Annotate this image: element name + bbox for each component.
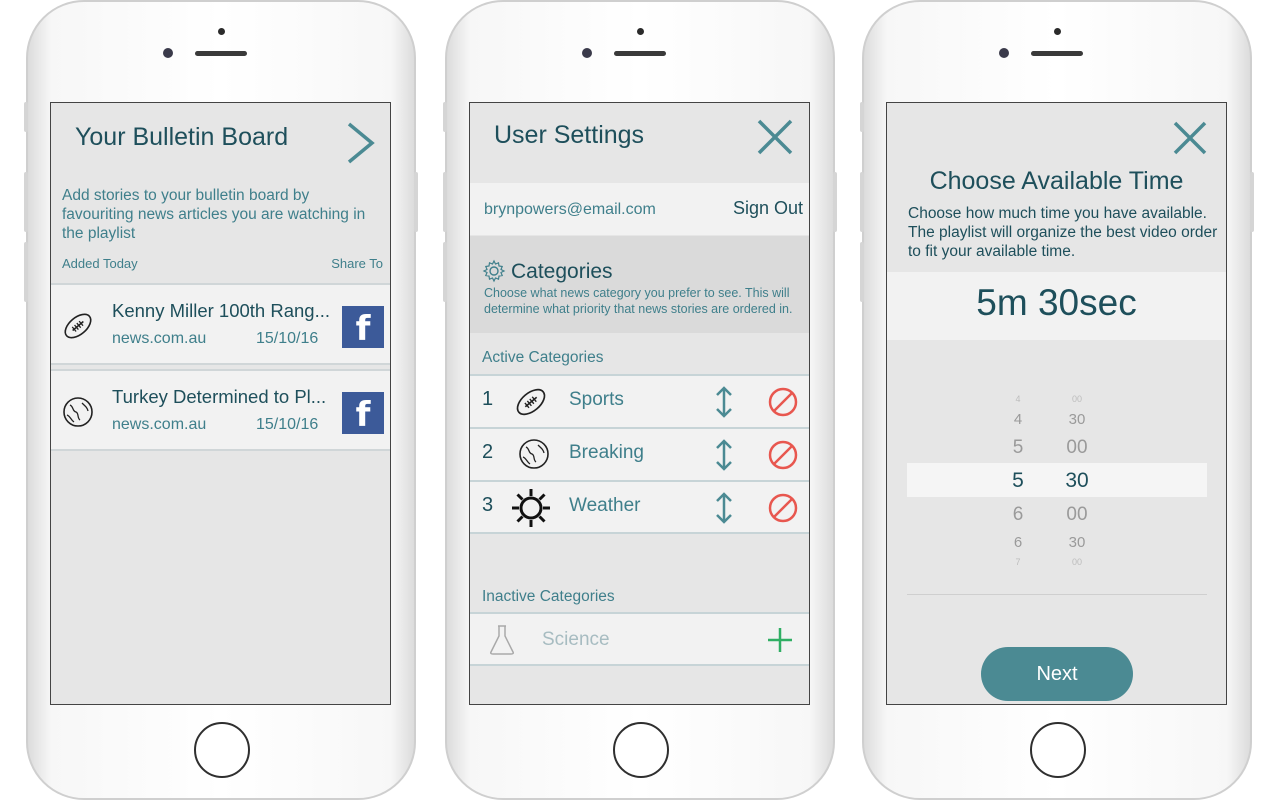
- category-label: Weather: [569, 495, 641, 516]
- account-row: brynpowers@email.com Sign Out: [470, 183, 809, 235]
- story-date: 15/10/16: [256, 416, 319, 433]
- home-button[interactable]: [1030, 722, 1086, 778]
- story-item[interactable]: Turkey Determined to Pl... news.com.au 1…: [51, 369, 390, 451]
- gear-icon: [482, 259, 506, 288]
- category-row[interactable]: 1 Sports: [470, 374, 809, 427]
- home-button[interactable]: [613, 722, 669, 778]
- phone-frame: Your Bulletin Board Add stories to your …: [24, 0, 418, 800]
- earpiece-speaker: [1031, 51, 1083, 56]
- add-category-icon[interactable]: [766, 626, 794, 659]
- reorder-arrows-icon[interactable]: [714, 438, 734, 477]
- picker-minute[interactable]: 5: [998, 437, 1038, 459]
- phone-frame: User Settings brynpowers@email.com Sign …: [443, 0, 837, 800]
- category-label: Sports: [569, 389, 624, 410]
- picker-minute[interactable]: 4: [998, 394, 1038, 404]
- inactive-categories-label: Inactive Categories: [482, 588, 615, 605]
- front-camera: [582, 48, 592, 58]
- divider: [470, 532, 809, 534]
- picker-minute[interactable]: 6: [998, 504, 1038, 526]
- remove-category-icon[interactable]: [767, 386, 799, 423]
- time-description: Choose how much time you have available.…: [908, 205, 1218, 260]
- picker-minute[interactable]: 6: [998, 534, 1038, 551]
- added-today-label: Added Today: [62, 256, 138, 271]
- story-headline[interactable]: Kenny Miller 100th Rang...: [112, 300, 337, 322]
- close-icon[interactable]: [1172, 120, 1208, 161]
- earpiece-speaker: [614, 51, 666, 56]
- time-screen: Choose Available Time Choose how much ti…: [886, 102, 1227, 705]
- share-to-label: Share To: [331, 256, 383, 271]
- picker-minute[interactable]: 7: [998, 557, 1038, 567]
- globe-icon: [517, 437, 551, 476]
- proximity-sensor: [218, 28, 225, 35]
- facebook-share-icon[interactable]: f: [342, 392, 384, 435]
- remove-category-icon[interactable]: [767, 492, 799, 529]
- remove-category-icon[interactable]: [767, 439, 799, 476]
- page-title: User Settings: [494, 121, 645, 149]
- story-item[interactable]: Kenny Miller 100th Rang... news.com.au 1…: [51, 283, 390, 365]
- football-icon: [513, 384, 549, 425]
- next-button[interactable]: Next: [981, 647, 1133, 701]
- reorder-arrows-icon[interactable]: [714, 385, 734, 424]
- home-button[interactable]: [194, 722, 250, 778]
- facebook-share-icon[interactable]: f: [342, 306, 384, 349]
- page-title: Choose Available Time: [929, 167, 1184, 195]
- flask-icon: [488, 624, 516, 661]
- close-icon[interactable]: [755, 117, 795, 162]
- inactive-category-row[interactable]: Science: [470, 612, 809, 666]
- story-headline[interactable]: Turkey Determined to Pl...: [112, 386, 337, 408]
- picker-minute-selected[interactable]: 5: [998, 469, 1038, 493]
- football-icon: [61, 309, 95, 348]
- category-priority: 1: [482, 388, 494, 410]
- story-source: news.com.au: [112, 330, 207, 347]
- proximity-sensor: [637, 28, 644, 35]
- categories-description: Choose what news category you prefer to …: [484, 286, 793, 316]
- selected-time: 5m 30sec: [976, 282, 1137, 323]
- active-categories-label: Active Categories: [482, 349, 604, 366]
- categories-header: Categories Choose what news category you…: [470, 236, 809, 333]
- picker-second[interactable]: 00: [1057, 557, 1097, 567]
- picker-second-selected[interactable]: 30: [1057, 469, 1097, 493]
- sun-icon: [510, 487, 552, 534]
- category-priority: 2: [482, 441, 494, 463]
- picker-second[interactable]: 30: [1057, 534, 1097, 551]
- settings-screen: User Settings brynpowers@email.com Sign …: [469, 102, 810, 705]
- picker-minute[interactable]: 4: [998, 411, 1038, 428]
- time-picker[interactable]: 4 4 5 5 6 6 7 00 30 00 30 00 30 00: [907, 392, 1207, 595]
- account-email: brynpowers@email.com: [484, 201, 656, 218]
- picker-second[interactable]: 00: [1057, 504, 1097, 526]
- reorder-arrows-icon[interactable]: [714, 491, 734, 530]
- earpiece-speaker: [195, 51, 247, 56]
- front-camera: [999, 48, 1009, 58]
- categories-title: Categories: [511, 260, 613, 283]
- category-label: Breaking: [569, 442, 644, 463]
- proximity-sensor: [1054, 28, 1061, 35]
- chevron-right-icon[interactable]: [345, 121, 377, 170]
- picker-second[interactable]: 00: [1057, 394, 1097, 404]
- story-source: news.com.au: [112, 416, 207, 433]
- phone-frame: Choose Available Time Choose how much ti…: [860, 0, 1254, 800]
- bulletin-screen: Your Bulletin Board Add stories to your …: [50, 102, 391, 705]
- category-label: Science: [542, 629, 610, 650]
- picker-second[interactable]: 30: [1057, 411, 1097, 428]
- page-title: Your Bulletin Board: [75, 123, 289, 151]
- story-date: 15/10/16: [256, 330, 319, 347]
- front-camera: [163, 48, 173, 58]
- category-row[interactable]: 2 Breaking: [470, 427, 809, 480]
- globe-icon: [61, 395, 95, 434]
- bulletin-description: Add stories to your bulletin board by fa…: [62, 187, 366, 242]
- category-row[interactable]: 3 Weather: [470, 480, 809, 533]
- sign-out-button[interactable]: Sign Out: [733, 198, 803, 219]
- picker-divider: [907, 594, 1207, 595]
- category-priority: 3: [482, 494, 494, 516]
- picker-second[interactable]: 00: [1057, 437, 1097, 459]
- selected-time-bar: 5m 30sec: [887, 272, 1226, 340]
